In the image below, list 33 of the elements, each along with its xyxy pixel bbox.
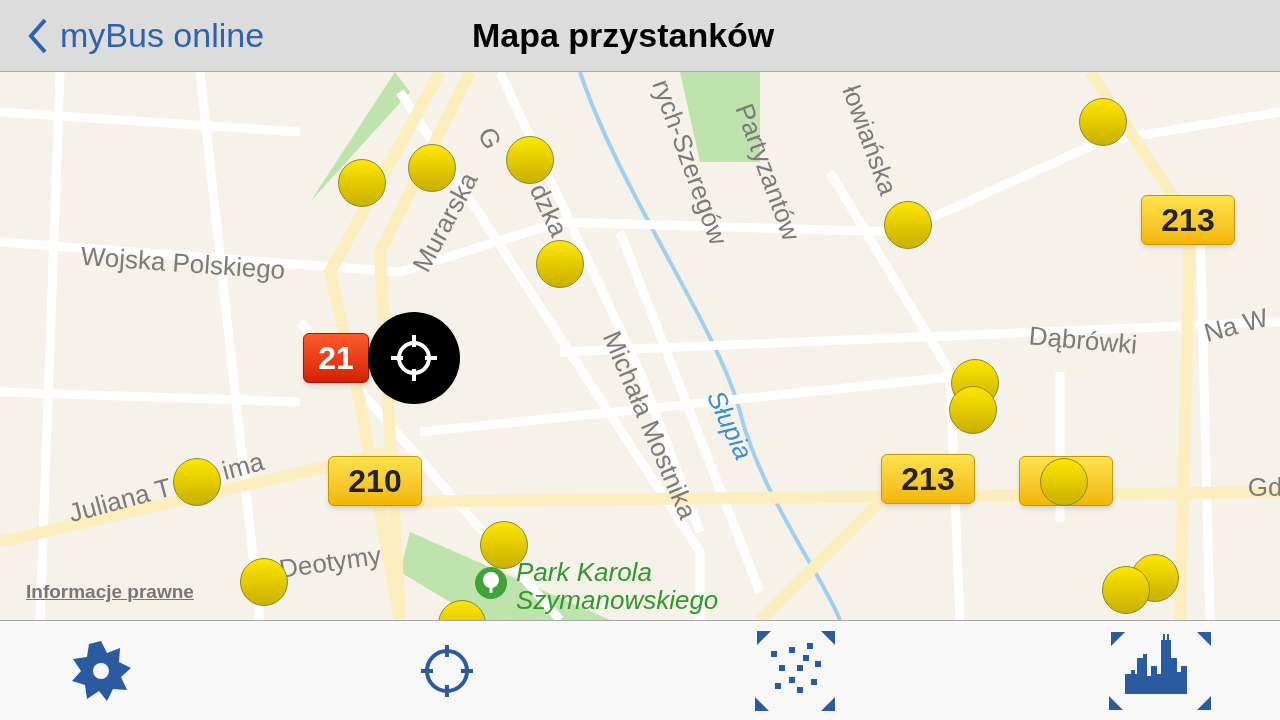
tree-icon [474,566,508,600]
crosshair-icon [419,642,475,699]
route-badge[interactable]: 213 [881,454,975,504]
bus-stop-marker[interactable] [884,201,932,249]
river-label: Słupia [702,386,758,464]
bus-stop-marker[interactable] [338,159,386,207]
back-chevron-icon [28,17,48,54]
bus-stop-marker[interactable] [173,458,221,506]
street-label: Wojska Polskiego [80,242,286,284]
park-label: Park Karola Szymanowskiego [516,558,720,614]
street-label: Dąbrówki [1027,322,1139,358]
route-badge[interactable]: 210 [328,456,422,506]
bus-stop-marker[interactable] [1102,566,1150,614]
street-label: ima [219,448,267,484]
bus-stop-marker[interactable] [536,240,584,288]
settings-icon [69,638,133,703]
street-label: Na W [1201,304,1271,346]
back-button[interactable]: myBus online [0,10,265,61]
route-badge[interactable]: 21 [303,333,369,383]
street-label: dzka [525,179,573,241]
show-all-stops-button[interactable] [754,628,838,713]
route-badge[interactable]: 213 [1141,195,1235,245]
street-label: Gd [1247,474,1280,500]
city-skyline-icon [1109,631,1213,710]
bus-stop-marker[interactable] [1079,98,1127,146]
legal-info-link[interactable]: Informacje prawne [26,578,194,607]
street-label: G [473,123,507,153]
bus-stop-marker[interactable] [506,136,554,184]
street-label: Deotymy [277,542,383,582]
crosshair-icon [389,333,439,383]
screen-title: Mapa przystanków [472,15,775,56]
scattered-dots-icon [755,630,837,711]
street-label: Juliana T [65,473,175,527]
